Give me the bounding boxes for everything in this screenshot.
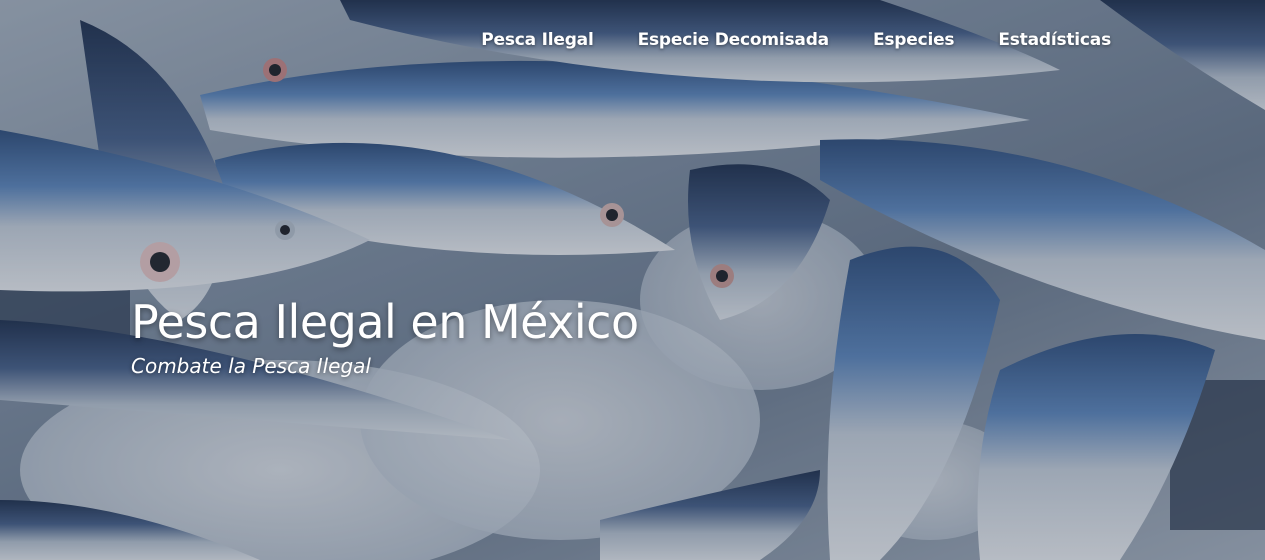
- dark-overlay: [0, 0, 1265, 560]
- nav-item-especies[interactable]: Especies: [873, 30, 955, 50]
- nav-item-especie-decomisada[interactable]: Especie Decomisada: [638, 30, 830, 50]
- page-title: Pesca Ilegal en México: [131, 295, 639, 349]
- nav-item-pesca-ilegal[interactable]: Pesca Ilegal: [481, 30, 594, 50]
- page-subtitle: Combate la Pesca Ilegal: [131, 354, 371, 378]
- main-nav: Pesca Ilegal Especie Decomisada Especies…: [481, 30, 1111, 50]
- nav-item-estadisticas[interactable]: Estadísticas: [998, 30, 1111, 50]
- hero-banner: Pesca Ilegal Especie Decomisada Especies…: [0, 0, 1265, 560]
- hero-heading: Pesca Ilegal en México Combate la Pesca …: [131, 292, 639, 380]
